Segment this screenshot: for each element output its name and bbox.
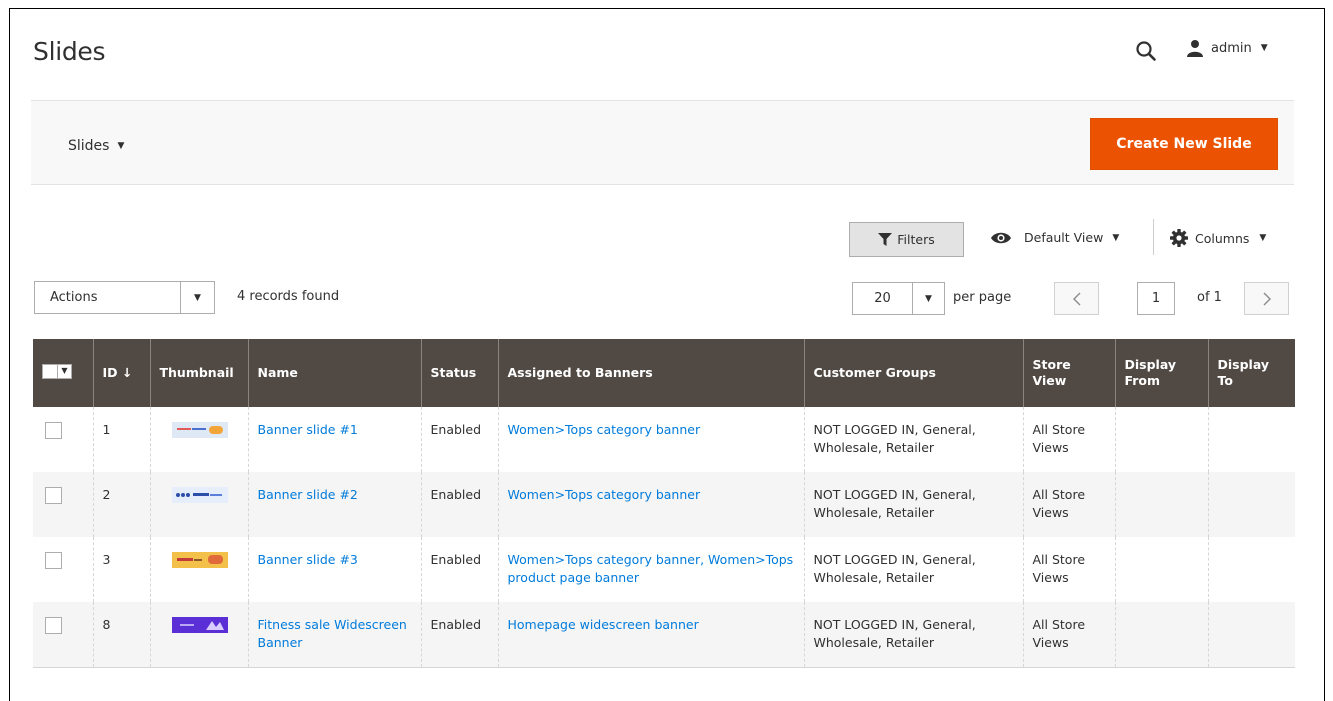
column-header-customer-groups[interactable]: Customer Groups — [803, 339, 1023, 407]
slide-thumbnail[interactable] — [171, 617, 228, 633]
per-page-value: 20 — [874, 291, 891, 306]
chevron-down-icon: ▼ — [58, 363, 72, 379]
slides-switcher[interactable]: Slides ▼ — [68, 138, 124, 154]
table-row[interactable]: 2 Banner slide #2 Enabled Women>Tops cat… — [33, 472, 1295, 537]
assigned-banner-link[interactable]: Women>Tops category banner — [508, 487, 701, 502]
row-display-to — [1207, 472, 1295, 537]
default-view-label: Default View — [1024, 230, 1104, 245]
slide-thumbnail[interactable] — [171, 422, 228, 438]
slide-name-link[interactable]: Fitness sale Widescreen Banner — [258, 617, 407, 650]
row-id: 2 — [92, 472, 150, 537]
toolbar-divider — [1153, 219, 1154, 255]
page-total: of 1 — [1197, 290, 1222, 305]
row-checkbox[interactable] — [45, 422, 62, 439]
slides-grid: ▼ ID ↓ Thumbnail Name Status Assigned to… — [33, 339, 1295, 668]
row-display-from — [1114, 407, 1208, 472]
chevron-down-icon: ▼ — [180, 282, 214, 313]
row-display-from — [1114, 472, 1208, 537]
row-status: Enabled — [420, 602, 498, 668]
gear-icon — [1170, 229, 1188, 247]
eye-icon — [991, 232, 1011, 243]
row-checkbox[interactable] — [45, 487, 62, 504]
assigned-banner-link[interactable]: Homepage widescreen banner — [508, 617, 699, 632]
row-checkbox[interactable] — [45, 552, 62, 569]
records-found: 4 records found — [237, 289, 340, 304]
chevron-down-icon: ▼ — [1260, 43, 1268, 53]
chevron-down-icon: ▼ — [912, 283, 944, 314]
previous-page-button[interactable] — [1054, 282, 1099, 315]
mass-select-checkbox[interactable]: ▼ — [42, 363, 76, 379]
admin-user-menu[interactable]: admin ▼ — [1186, 39, 1268, 57]
current-page-input[interactable]: 1 — [1137, 282, 1175, 315]
column-header-thumbnail[interactable]: Thumbnail — [149, 339, 248, 407]
assigned-banner-link[interactable]: Women>Tops category banner, Women>Tops p… — [508, 552, 794, 585]
filter-icon — [878, 233, 893, 246]
chevron-down-icon: ▼ — [117, 141, 125, 151]
row-customer-groups: NOT LOGGED IN, General, Wholesale, Retai… — [803, 407, 1023, 472]
row-id: 3 — [92, 537, 150, 602]
column-header-assigned-banners[interactable]: Assigned to Banners — [497, 339, 804, 407]
slide-name-link[interactable]: Banner slide #2 — [258, 487, 358, 502]
row-store-view: All Store Views — [1022, 537, 1115, 602]
chevron-down-icon: ▼ — [1259, 233, 1267, 243]
column-header-name[interactable]: Name — [247, 339, 421, 407]
table-row[interactable]: 8 Fitness sale Widescreen Banner Enabled… — [33, 602, 1295, 668]
assigned-banner-link[interactable]: Women>Tops category banner — [508, 422, 701, 437]
create-new-slide-button[interactable]: Create New Slide — [1090, 118, 1278, 170]
row-customer-groups: NOT LOGGED IN, General, Wholesale, Retai… — [803, 537, 1023, 602]
row-store-view: All Store Views — [1022, 602, 1115, 668]
per-page-select[interactable]: 20 ▼ — [852, 282, 945, 315]
slide-thumbnail[interactable] — [171, 487, 228, 503]
select-all-column-header: ▼ — [33, 339, 93, 407]
row-display-from — [1114, 537, 1208, 602]
grid-header-row: ▼ ID ↓ Thumbnail Name Status Assigned to… — [33, 339, 1295, 407]
admin-username: admin — [1211, 40, 1252, 56]
row-display-to — [1207, 602, 1295, 668]
row-display-from — [1114, 602, 1208, 668]
filters-button[interactable]: Filters — [849, 222, 964, 257]
per-page-label: per page — [953, 290, 1012, 305]
row-status: Enabled — [420, 537, 498, 602]
column-header-display-from[interactable]: Display From — [1114, 339, 1208, 407]
column-header-store-view[interactable]: Store View — [1022, 339, 1115, 407]
next-page-button[interactable] — [1244, 282, 1289, 315]
chevron-down-icon: ▼ — [1112, 232, 1120, 243]
column-header-id[interactable]: ID ↓ — [92, 339, 150, 407]
columns-dropdown[interactable]: Columns ▼ — [1170, 229, 1266, 247]
columns-label: Columns — [1195, 230, 1250, 246]
table-row[interactable]: 3 Banner slide #3 Enabled Women>Tops cat… — [33, 537, 1295, 602]
page-title: Slides — [33, 37, 106, 66]
mass-actions-label: Actions — [50, 290, 98, 305]
row-customer-groups: NOT LOGGED IN, General, Wholesale, Retai… — [803, 602, 1023, 668]
checkbox — [42, 363, 58, 379]
user-icon — [1187, 40, 1203, 57]
default-view-dropdown[interactable]: Default View ▼ — [990, 230, 1119, 245]
slide-name-link[interactable]: Banner slide #3 — [258, 552, 358, 567]
row-status: Enabled — [420, 472, 498, 537]
column-header-display-to[interactable]: Display To — [1207, 339, 1295, 407]
column-header-status[interactable]: Status — [420, 339, 498, 407]
row-display-to — [1207, 407, 1295, 472]
table-row[interactable]: 1 Banner slide #1 Enabled Women>Tops cat… — [33, 407, 1295, 472]
slide-name-link[interactable]: Banner slide #1 — [258, 422, 358, 437]
row-store-view: All Store Views — [1022, 407, 1115, 472]
row-checkbox[interactable] — [45, 617, 62, 634]
slide-thumbnail[interactable] — [171, 552, 228, 568]
row-customer-groups: NOT LOGGED IN, General, Wholesale, Retai… — [803, 472, 1023, 537]
mass-actions-select[interactable]: Actions ▼ — [34, 281, 215, 314]
chevron-right-icon — [1263, 292, 1271, 305]
row-id: 8 — [92, 602, 150, 668]
row-store-view: All Store Views — [1022, 472, 1115, 537]
chevron-left-icon — [1072, 292, 1080, 305]
filters-label: Filters — [897, 232, 935, 247]
row-status: Enabled — [420, 407, 498, 472]
row-id: 1 — [92, 407, 150, 472]
search-icon[interactable] — [1135, 40, 1157, 62]
sort-arrow-icon: ↓ — [121, 365, 133, 380]
page-actions-bar: Slides ▼ Create New Slide — [31, 100, 1294, 185]
row-display-to — [1207, 537, 1295, 602]
switcher-label: Slides — [68, 138, 110, 154]
